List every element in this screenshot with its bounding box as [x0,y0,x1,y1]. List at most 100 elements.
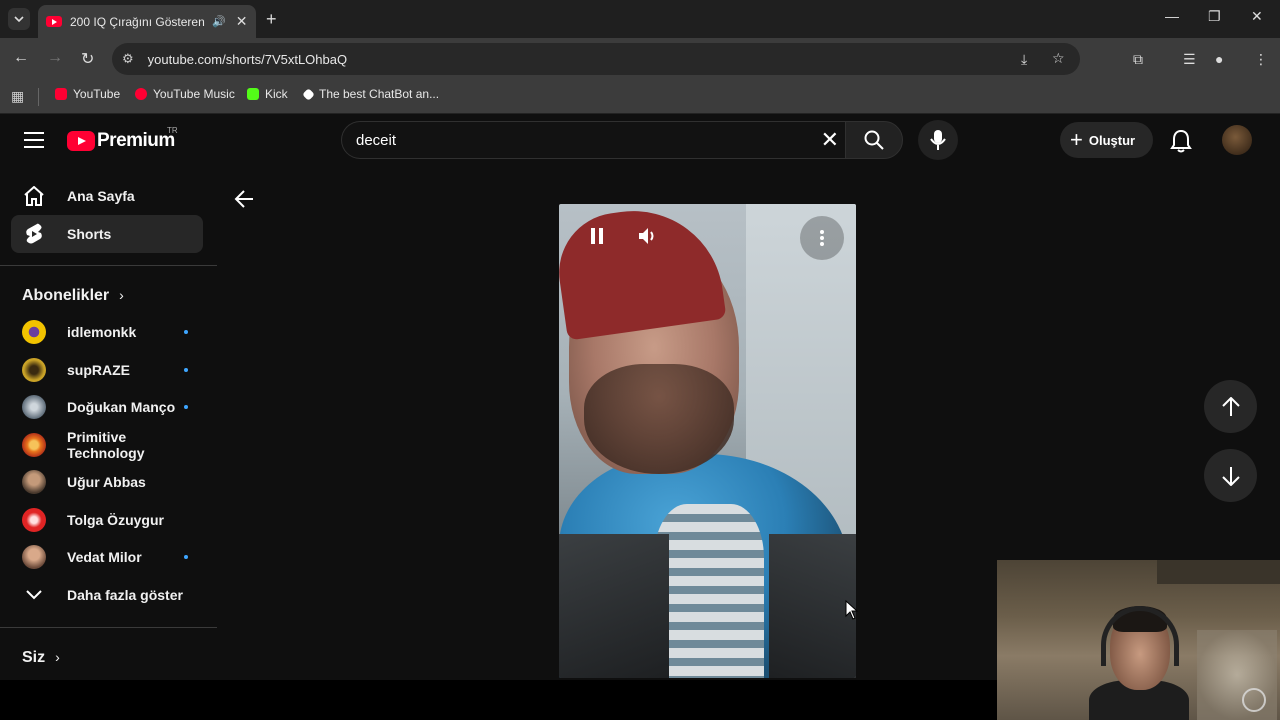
extensions-puzzle-icon[interactable]: ⧉ [1133,51,1143,68]
browser-toolbar: ← → ↻ ⚙ youtube.com/shorts/7V5xtLOhbaQ ⤓… [0,38,1280,109]
close-window-button[interactable]: ✕ [1251,8,1263,25]
search-input[interactable]: deceit ✕ [341,121,845,159]
address-bar[interactable]: ⚙ youtube.com/shorts/7V5xtLOhbaQ [112,43,1080,75]
channel-name: idlemonkk [67,324,137,340]
browser-tab-active[interactable]: 200 IQ Çırağını Gösteren U 🔊 ✕ [38,5,256,38]
tab-search-button[interactable] [8,8,30,30]
microphone-icon [930,130,946,150]
create-button[interactable]: + Oluştur [1060,122,1153,158]
sidebar-item-subscription[interactable]: idlemonkk [22,314,192,350]
channel-avatar [22,433,46,457]
new-content-dot [184,368,188,372]
sidebar-item-subscription[interactable]: Tolga Özuygur [22,502,192,538]
plus-icon: + [1070,127,1083,152]
arrow-left-icon [234,190,253,208]
pause-button[interactable] [579,218,615,254]
more-options-button[interactable] [800,216,844,260]
forward-button[interactable]: → [47,49,63,67]
channel-name: supRAZE [67,362,130,378]
volume-button[interactable] [630,218,666,254]
bookmark-kick[interactable]: Kick [247,87,288,101]
webcam-background-window [1157,560,1280,584]
back-button[interactable] [234,190,254,213]
bookmark-label: YouTube [73,87,121,101]
profile-icon[interactable]: ● [1215,51,1223,67]
previous-short-button[interactable] [1204,380,1257,433]
chatbot-icon [302,87,315,101]
arrow-down-icon [1221,466,1240,486]
region-code: TR [167,126,178,135]
search-icon [864,130,884,150]
notifications-button[interactable] [1170,129,1192,158]
chevron-down-icon [14,16,24,23]
search-button[interactable] [845,121,903,159]
webcam-overlay [997,560,1280,720]
you-heading[interactable]: Siz › [22,649,60,667]
sidebar-item-home[interactable]: Ana Sayfa [11,177,203,215]
bookmark-label: YouTube Music [153,87,235,101]
home-icon [23,186,45,206]
chevron-right-icon: › [119,287,124,303]
video-frame-jacket [559,534,669,678]
menu-kebab-icon[interactable]: ⋮ [1254,51,1268,68]
sidebar-divider [0,265,217,266]
sidebar-item-subscription[interactable]: Doğukan Manço [22,389,192,425]
reload-button[interactable]: ↻ [81,49,94,69]
media-control-icon[interactable]: ☰ [1183,51,1196,68]
arrow-up-icon [1221,396,1240,416]
speaker-icon[interactable]: 🔊 [212,15,226,28]
sidebar-item-subscription[interactable]: Vedat Milor [22,539,192,575]
channel-avatar [22,395,46,419]
guide-menu-icon[interactable] [24,132,44,148]
sidebar-item-subscription[interactable]: supRAZE [22,352,192,388]
sidebar-item-subscription[interactable]: Primitive Technology [22,427,192,463]
clear-search-icon[interactable]: ✕ [821,127,839,153]
channel-name: Primitive Technology [67,429,145,461]
sidebar-divider [0,627,217,628]
channel-name: Tolga Özuygur [67,512,164,528]
headset-icon [1101,606,1179,666]
chevron-right-icon: › [55,649,60,665]
shorts-icon [23,223,45,245]
bookmark-youtube-music[interactable]: YouTube Music [135,87,235,101]
mouse-cursor-icon [845,599,859,625]
chevron-down-icon [22,583,46,607]
bookmark-star-icon[interactable]: ☆ [1052,50,1065,67]
channel-avatar [22,320,46,344]
minimize-button[interactable]: — [1165,8,1179,24]
restore-button[interactable]: ❐ [1208,8,1221,25]
logo-text: Premium [97,130,175,151]
more-vertical-icon [820,230,824,246]
channel-name: Doğukan Manço [67,399,176,415]
sidebar-item-subscription[interactable]: Uğur Abbas [22,464,192,500]
account-avatar[interactable] [1222,125,1252,155]
youtube-icon [55,88,67,100]
sidebar-item-shorts[interactable]: Shorts [11,215,203,253]
youtube-favicon-icon [46,16,62,27]
shorts-video-player[interactable] [559,204,856,678]
voice-search-button[interactable] [918,120,958,160]
sidebar-item-label: Ana Sayfa [67,188,135,204]
channel-name: Vedat Milor [67,549,142,565]
show-more-button[interactable]: Daha fazla göster [22,577,192,613]
pause-icon [591,228,603,244]
bell-icon [1170,129,1192,153]
guide-sidebar: Ana Sayfa Shorts Abonelikler › idlemonkk … [0,170,217,680]
subscriptions-heading[interactable]: Abonelikler › [22,287,124,305]
next-short-button[interactable] [1204,449,1257,502]
close-tab-icon[interactable]: ✕ [236,13,248,30]
bookmarks-bar: ▦ YouTube YouTube Music Kick The best Ch… [0,80,1280,114]
channel-avatar [22,470,46,494]
video-frame-beard [584,364,734,474]
video-frame-jacket [769,534,856,678]
site-info-icon[interactable]: ⚙ [122,51,134,67]
back-button[interactable]: ← [13,49,29,67]
new-tab-button[interactable]: + [266,9,277,30]
youtube-premium-logo[interactable]: Premium [67,130,175,152]
bookmark-youtube[interactable]: YouTube [55,87,120,101]
apps-grid-icon[interactable]: ▦ [11,88,24,105]
bookmark-label: Kick [265,87,288,101]
show-more-label: Daha fazla göster [67,587,183,603]
bookmark-chatbot[interactable]: The best ChatBot an... [302,87,439,101]
install-app-icon[interactable]: ⤓ [1021,51,1027,68]
